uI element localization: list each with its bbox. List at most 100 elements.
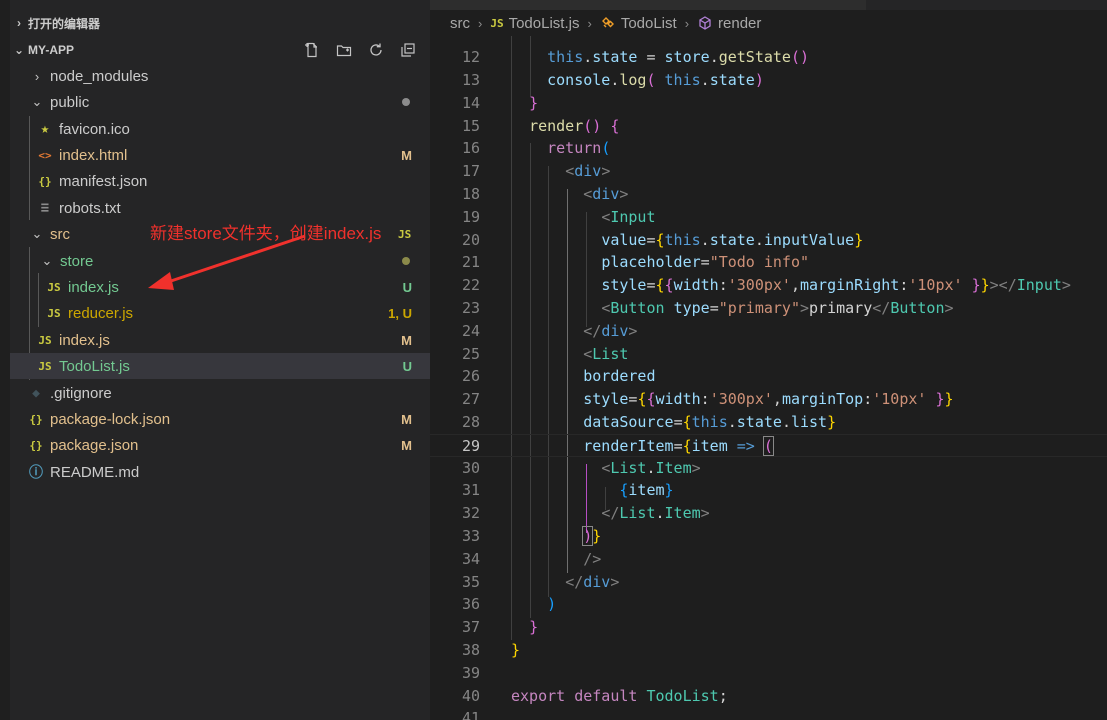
git-status-badge: M <box>401 147 412 163</box>
tree-file-package-json[interactable]: {} package.json M <box>10 432 430 458</box>
project-header[interactable]: ⌄ MY-APP <box>10 39 430 61</box>
tree-file-manifest[interactable]: {} manifest.json <box>10 168 430 194</box>
code-editor: src › JS TodoList.js › TodoList › render… <box>430 0 1107 720</box>
changes-dot-icon <box>402 257 410 265</box>
code-line[interactable]: 13 console.log( this.state) <box>430 69 1107 92</box>
git-status-badge: M <box>401 411 412 427</box>
code-line[interactable]: 38} <box>430 639 1107 662</box>
code-line[interactable]: 18 <div> <box>430 183 1107 206</box>
line-number: 33 <box>461 527 480 545</box>
code-line[interactable]: 36 ) <box>430 593 1107 616</box>
line-number: 19 <box>461 208 480 226</box>
refresh-icon[interactable] <box>366 40 386 60</box>
info-icon: ⓘ <box>29 465 43 481</box>
code-line[interactable]: 14 } <box>430 92 1107 115</box>
code-line[interactable]: 20 value={this.state.inputValue} <box>430 229 1107 252</box>
tab[interactable] <box>868 0 1107 10</box>
code-line[interactable]: 22 style={{width:'300px',marginRight:'10… <box>430 274 1107 297</box>
method-symbol-icon <box>697 15 713 31</box>
js-icon: JS <box>490 16 504 30</box>
breadcrumb-item[interactable]: render <box>718 15 761 32</box>
code-line[interactable]: 39 <box>430 662 1107 685</box>
code-area[interactable]: 11 super(props) 12 this.state = store.ge… <box>430 25 1107 720</box>
tree-file-index-html[interactable]: <> index.html M <box>10 142 430 168</box>
git-status-badge: U <box>402 358 412 374</box>
code-line[interactable]: 41 <box>430 707 1107 720</box>
tree-file-favicon[interactable]: ★ favicon.ico <box>10 116 430 142</box>
line-number: 18 <box>461 185 480 203</box>
code-line[interactable]: 35 </div> <box>430 571 1107 594</box>
line-text: <div> <box>583 185 629 203</box>
code-line[interactable]: 25 <List <box>430 343 1107 366</box>
tree-item-label: index.js <box>59 331 110 349</box>
tree-file-src-index-js[interactable]: JS index.js M <box>10 327 430 353</box>
git-status-badge: U <box>402 279 412 295</box>
tree-item-label: TodoList.js <box>59 357 130 375</box>
line-number: 21 <box>461 253 480 271</box>
line-text: bordered <box>583 367 656 385</box>
line-text: value={this.state.inputValue} <box>601 231 864 249</box>
line-number: 39 <box>461 664 480 682</box>
line-number: 20 <box>461 231 480 249</box>
code-line[interactable]: 26 bordered <box>430 365 1107 388</box>
tree-file-todolist-js[interactable]: JS TodoList.js U <box>10 353 430 379</box>
code-line[interactable]: 30 <List.Item> <box>430 457 1107 480</box>
line-text: placeholder="Todo info" <box>601 253 810 271</box>
tree-file-robots[interactable]: ≡ robots.txt <box>10 195 430 221</box>
code-line[interactable]: 27 style={{width:'300px',marginTop:'10px… <box>430 388 1107 411</box>
code-line[interactable]: 17 <div> <box>430 160 1107 183</box>
line-text: </div> <box>565 573 620 591</box>
line-text: render() { <box>529 117 620 135</box>
chevron-right-icon: › <box>34 68 40 84</box>
code-line[interactable]: 28 dataSource={this.state.list} <box>430 411 1107 434</box>
code-line[interactable]: 21 placeholder="Todo info" <box>430 251 1107 274</box>
new-folder-icon[interactable] <box>334 40 354 60</box>
line-text: } <box>529 94 539 112</box>
breadcrumb-item[interactable]: src <box>450 15 470 32</box>
tree-folder-public[interactable]: ⌄ public <box>10 89 430 115</box>
json-icon: {} <box>29 412 43 426</box>
collapse-all-icon[interactable] <box>398 40 418 60</box>
code-line[interactable]: 16 return( <box>430 137 1107 160</box>
code-line[interactable]: 24 </div> <box>430 320 1107 343</box>
breadcrumb: src › JS TodoList.js › TodoList › render <box>430 10 1107 36</box>
code-line[interactable]: 19 <Input <box>430 206 1107 229</box>
tree-item-label: robots.txt <box>59 199 121 217</box>
tree-folder-node-modules[interactable]: › node_modules <box>10 63 430 89</box>
new-file-icon[interactable] <box>302 40 322 60</box>
line-text: <div> <box>565 162 611 180</box>
line-number: 30 <box>461 459 480 477</box>
line-text: dataSource={this.state.list} <box>583 413 837 431</box>
line-text: style={{width:'300px',marginTop:'10px' }… <box>583 390 954 408</box>
line-text: return( <box>547 139 611 157</box>
code-line[interactable]: 29 renderItem={item => ( <box>430 434 1107 457</box>
code-line[interactable]: 32 </List.Item> <box>430 502 1107 525</box>
code-line[interactable]: 23 <Button type="primary">primary</Butto… <box>430 297 1107 320</box>
line-text: <List <box>583 345 629 363</box>
code-line[interactable]: 33 )} <box>430 525 1107 548</box>
star-icon: ★ <box>40 121 50 137</box>
code-line[interactable]: 12 this.state = store.getState() <box>430 46 1107 69</box>
line-text: renderItem={item => ( <box>583 436 774 456</box>
breadcrumb-item[interactable]: TodoList <box>621 15 677 32</box>
tree-file-readme[interactable]: ⓘ README.md <box>10 459 430 485</box>
code-line[interactable]: 31 {item} <box>430 479 1107 502</box>
line-text: this.state = store.getState() <box>547 48 810 66</box>
breadcrumb-item[interactable]: TodoList.js <box>509 15 580 32</box>
open-editors-header[interactable]: › 打开的编辑器 <box>10 12 430 34</box>
tree-file-package-lock[interactable]: {} package-lock.json M <box>10 406 430 432</box>
js-icon: JS <box>38 333 52 347</box>
code-line[interactable]: 37 } <box>430 616 1107 639</box>
tab[interactable] <box>430 0 866 10</box>
tree-file-gitignore[interactable]: ◆ .gitignore <box>10 380 430 406</box>
code-line[interactable]: 40 export default TodoList; <box>430 685 1107 708</box>
tree-item-label: favicon.ico <box>59 120 130 138</box>
line-text: </div> <box>583 322 638 340</box>
git-icon: ◆ <box>32 385 40 401</box>
code-line[interactable]: 15 render() { <box>430 115 1107 138</box>
chevron-down-icon: ⌄ <box>13 43 25 57</box>
line-number: 40 <box>461 687 480 705</box>
code-line[interactable]: 34 /> <box>430 548 1107 571</box>
tree-file-reducer-js[interactable]: JS reducer.js 1, U <box>10 300 430 326</box>
tree-item-label: package.json <box>50 436 139 454</box>
